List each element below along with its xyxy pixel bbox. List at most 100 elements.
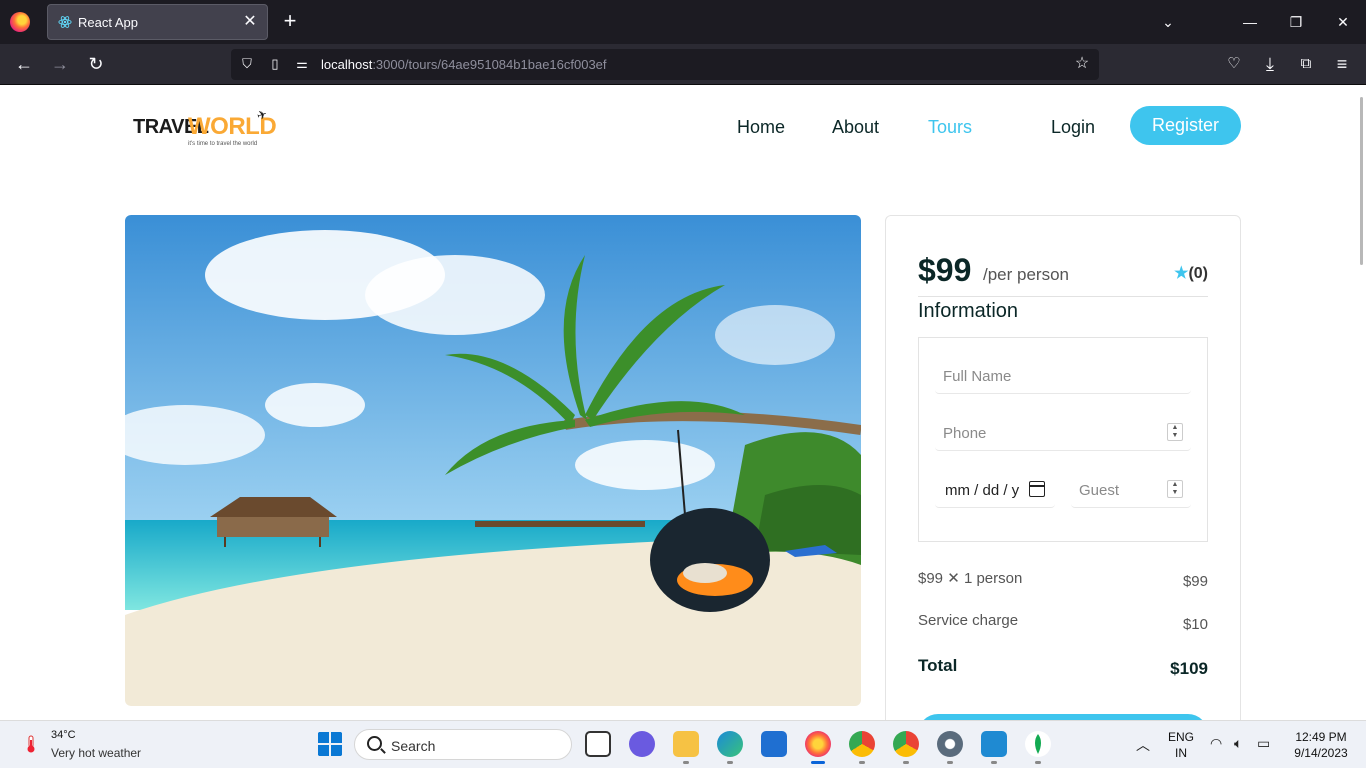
extensions-icon[interactable]: ⧉ xyxy=(1295,53,1317,75)
thermometer-icon[interactable] xyxy=(22,735,40,753)
page-icon[interactable]: ▯ xyxy=(267,56,283,72)
running-indicator xyxy=(991,761,997,764)
phone-field[interactable]: Phone ▲ ▼ xyxy=(935,415,1191,451)
reload-icon[interactable]: ↻ xyxy=(85,53,107,75)
booking-card: $99 /per person ★(0) Information Full Na… xyxy=(885,215,1241,720)
restore-icon[interactable]: ❐ xyxy=(1286,12,1306,32)
times-icon: ✕ xyxy=(947,570,960,587)
chrome-icon[interactable] xyxy=(849,731,875,757)
taskbar-search[interactable]: Search xyxy=(354,729,572,760)
volume-icon[interactable]: 🔈︎ xyxy=(1234,735,1242,752)
search-label: Search xyxy=(391,738,436,754)
bookmark-star-icon[interactable]: ☆ xyxy=(1073,55,1091,73)
scrollbar-thumb[interactable] xyxy=(1360,97,1363,265)
url-host: localhost xyxy=(321,57,373,72)
register-button[interactable]: Register xyxy=(1130,106,1241,145)
travelworld-logo[interactable]: TRAVEL WORLD it's time to travel the wor… xyxy=(133,107,277,152)
menu-icon[interactable]: ≡ xyxy=(1331,53,1353,75)
running-indicator xyxy=(683,761,689,764)
tour-photo xyxy=(125,215,861,706)
language-line2[interactable]: IN xyxy=(1166,746,1196,760)
weather-description[interactable]: Very hot weather xyxy=(51,746,141,760)
running-indicator xyxy=(947,761,953,764)
url-text[interactable]: localhost:3000/tours/64ae951084b1bae16cf… xyxy=(321,57,607,72)
guest-stepper-icon[interactable]: ▲ ▼ xyxy=(1167,480,1183,498)
store-icon[interactable] xyxy=(761,731,787,757)
tour-price: $99 xyxy=(918,252,972,288)
clock-time[interactable]: 12:49 PM xyxy=(1284,730,1358,744)
file-explorer-icon[interactable] xyxy=(673,731,699,757)
language-line1[interactable]: ENG xyxy=(1166,730,1196,744)
forward-icon[interactable]: → xyxy=(49,53,71,75)
page-scrollbar[interactable] xyxy=(1358,85,1366,720)
star-icon: ★ xyxy=(1174,265,1189,282)
date-field[interactable]: mm / dd / y xyxy=(935,472,1055,508)
pocket-icon[interactable]: ♡ xyxy=(1223,53,1245,75)
full-name-placeholder: Full Name xyxy=(943,368,1012,385)
tab-title: React App xyxy=(78,15,138,30)
running-indicator xyxy=(727,761,733,764)
task-view-icon[interactable] xyxy=(585,731,611,757)
service-charge-label: Service charge xyxy=(918,612,1019,629)
settings-icon[interactable] xyxy=(937,731,963,757)
url-path: :3000/tours/64ae951084b1bae16cf003ef xyxy=(372,57,607,72)
chevron-down-icon[interactable]: ⌄ xyxy=(1158,12,1178,32)
phone-stepper-icon[interactable]: ▲ ▼ xyxy=(1167,423,1183,441)
downloads-icon[interactable]: ⤓ xyxy=(1259,53,1281,75)
calendar-icon[interactable] xyxy=(1029,481,1045,497)
chevron-up-icon[interactable]: ︿ xyxy=(1136,735,1150,755)
browser-tab[interactable]: React App ✕ xyxy=(47,4,268,40)
browser-toolbar: ← → ↻ ⛉ ▯ ⚌ localhost:3000/tours/64ae951… xyxy=(0,44,1366,85)
windows-start-icon[interactable] xyxy=(317,731,343,757)
window-close-icon[interactable]: ✕ xyxy=(1333,12,1353,32)
shield-icon[interactable]: ⛉ xyxy=(239,56,255,72)
running-indicator xyxy=(859,761,865,764)
wifi-icon[interactable]: ◠ xyxy=(1210,735,1222,752)
weather-temperature[interactable]: 34°C xyxy=(51,729,76,741)
web-page: TRAVEL WORLD it's time to travel the wor… xyxy=(0,85,1358,720)
divider xyxy=(918,296,1208,297)
clock-date[interactable]: 9/14/2023 xyxy=(1284,746,1358,760)
chrome-profile-icon[interactable] xyxy=(893,731,919,757)
browser-tab-bar: React App ✕ + ⌄ — ❐ ✕ xyxy=(0,0,1366,44)
nav-tours[interactable]: Tours xyxy=(928,117,972,138)
firefox-taskbar-icon[interactable] xyxy=(805,731,831,757)
vscode-icon[interactable] xyxy=(981,731,1007,757)
back-icon[interactable]: ← xyxy=(13,53,35,75)
unit-price: $99 xyxy=(918,570,944,587)
full-name-field[interactable]: Full Name xyxy=(935,358,1191,394)
subtotal-value: $99 xyxy=(1182,573,1208,590)
booking-form: Full Name Phone ▲ ▼ mm / dd / y Guest ▲ ▼ xyxy=(918,337,1208,542)
close-tab-icon[interactable]: ✕ xyxy=(241,13,259,31)
firefox-icon[interactable] xyxy=(10,12,30,32)
react-icon xyxy=(58,16,72,28)
rating: ★(0) xyxy=(1174,263,1208,283)
mongodb-icon[interactable] xyxy=(1025,731,1051,757)
chat-icon[interactable] xyxy=(629,731,655,757)
total-label: Total xyxy=(918,656,958,675)
edge-icon[interactable] xyxy=(717,731,743,757)
date-value: mm / dd / y xyxy=(945,482,1020,499)
information-title: Information xyxy=(918,300,1019,322)
rating-count: (0) xyxy=(1188,265,1208,282)
running-indicator xyxy=(903,761,909,764)
price-times-persons: $99 ✕ 1 person xyxy=(918,569,1022,587)
login-button[interactable]: Login xyxy=(1051,117,1095,138)
minimize-icon[interactable]: — xyxy=(1240,12,1260,32)
permissions-icon[interactable]: ⚌ xyxy=(294,56,310,72)
taskbar: 34°C Very hot weather Search ︿ ENG IN ◠ … xyxy=(0,720,1366,768)
running-indicator xyxy=(1035,761,1041,764)
battery-icon[interactable]: ▭ xyxy=(1257,735,1270,752)
nav-about[interactable]: About xyxy=(832,117,879,138)
per-person-label: /per person xyxy=(983,265,1069,284)
search-icon xyxy=(367,736,382,751)
total-value: $109 xyxy=(1170,659,1208,678)
service-charge-value: $10 xyxy=(1182,616,1208,633)
new-tab-icon[interactable]: + xyxy=(280,10,300,34)
guest-placeholder: Guest xyxy=(1079,482,1120,499)
address-bar[interactable]: ⛉ ▯ ⚌ localhost:3000/tours/64ae951084b1b… xyxy=(231,49,1099,80)
logo-tagline: it's time to travel the world xyxy=(188,141,258,147)
guest-field[interactable]: Guest ▲ ▼ xyxy=(1071,472,1191,508)
leaf-icon xyxy=(1035,734,1041,754)
nav-home[interactable]: Home xyxy=(737,117,785,138)
